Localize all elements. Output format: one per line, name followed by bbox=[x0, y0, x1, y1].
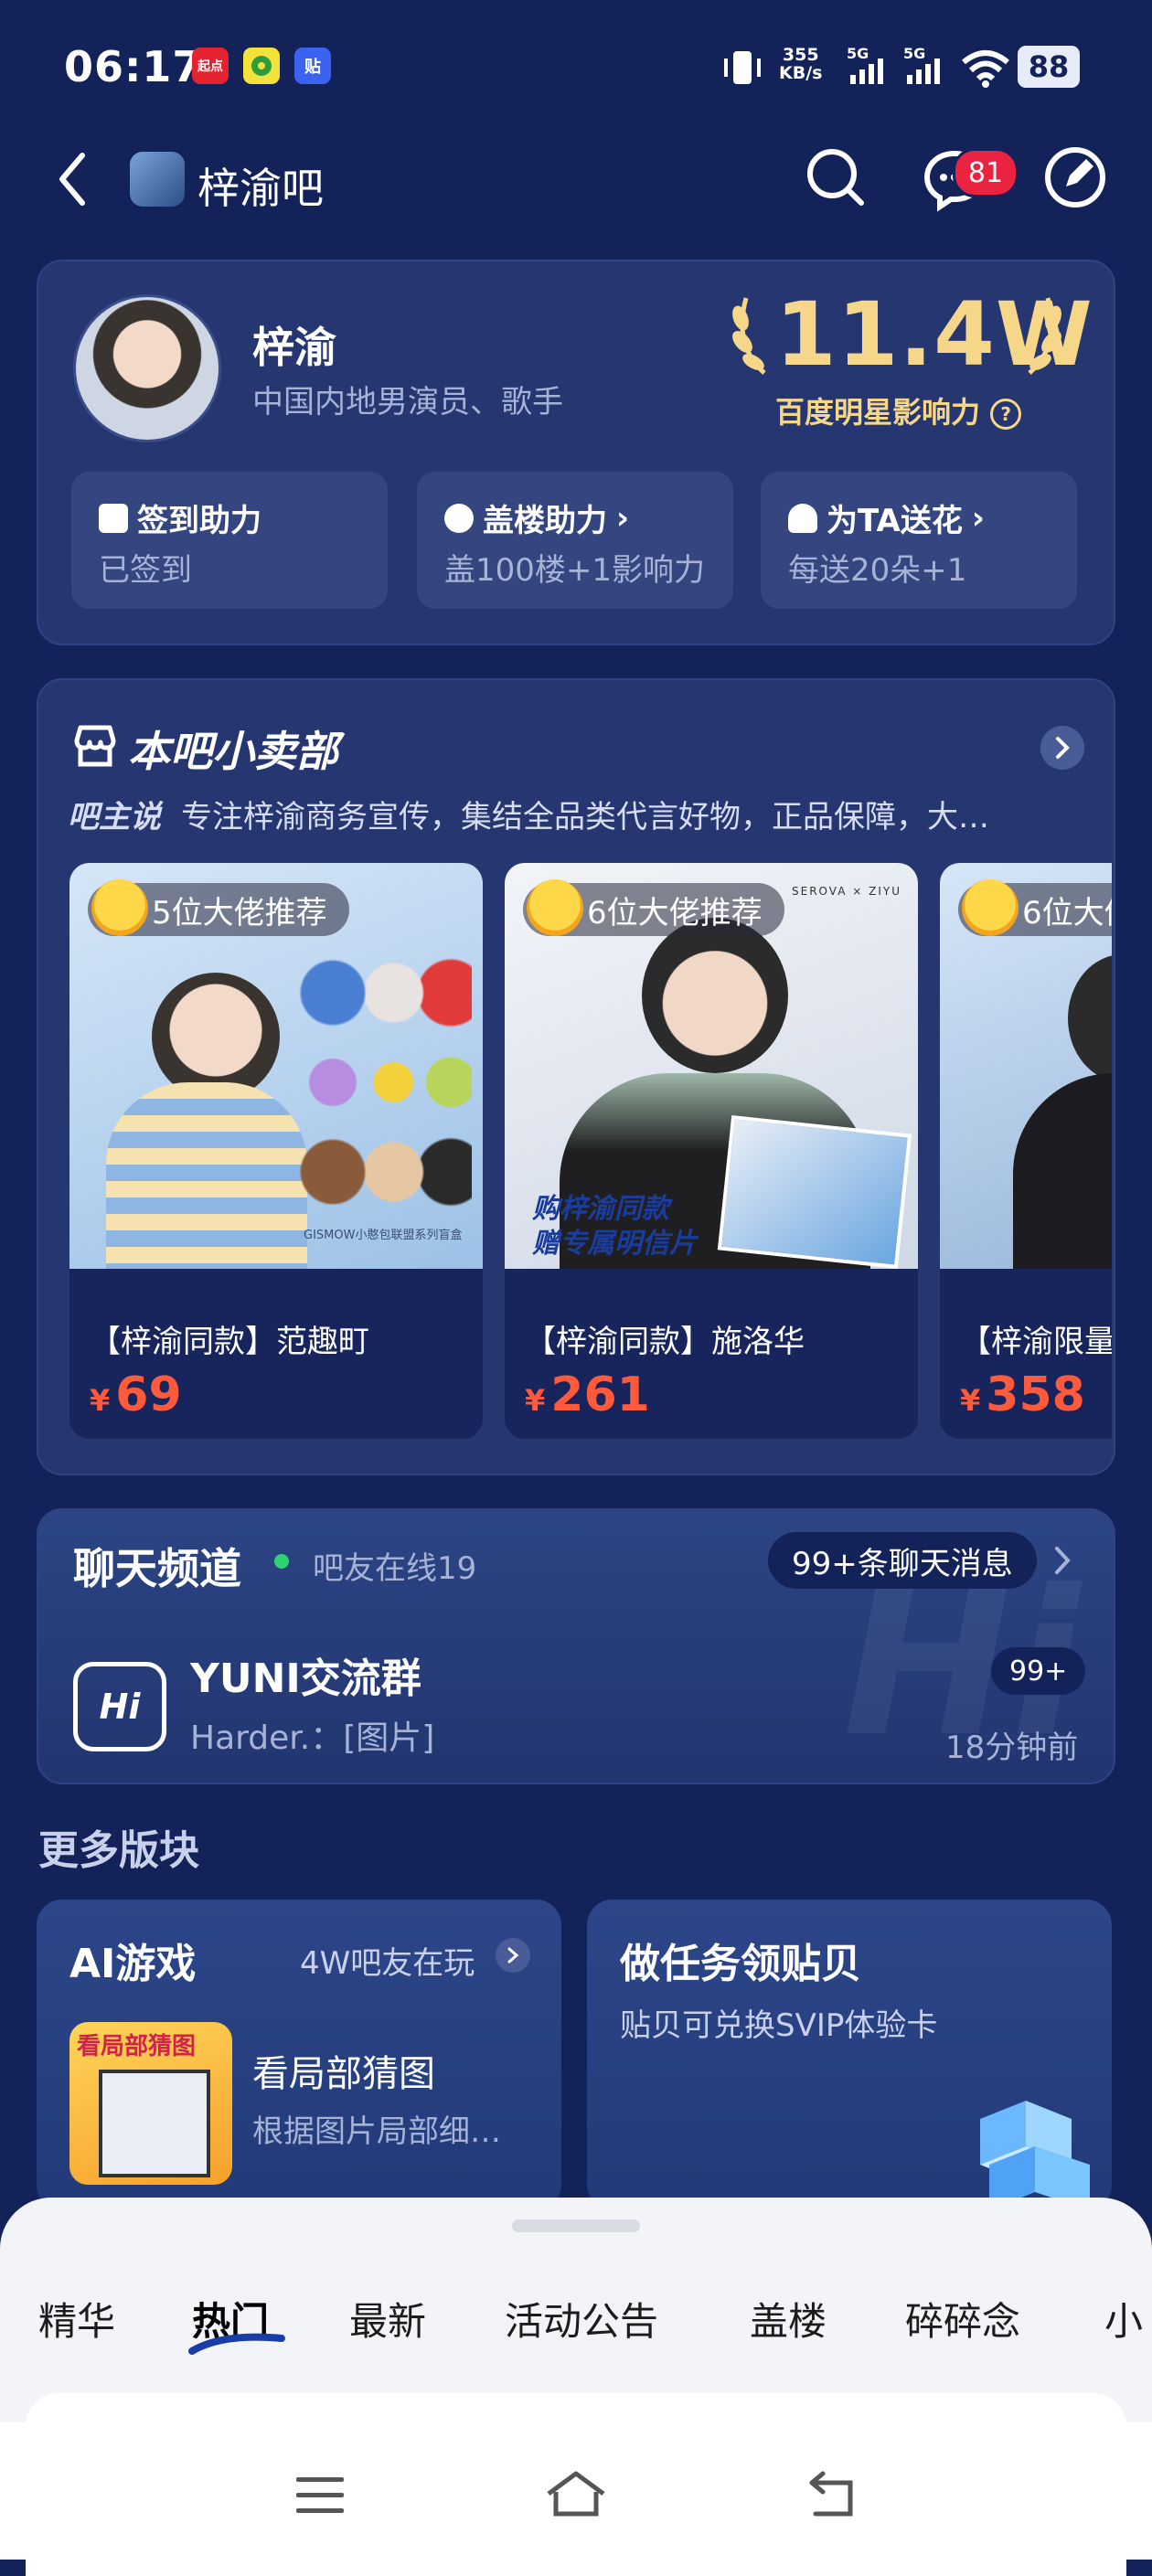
task-title: 做任务领贴贝 bbox=[620, 1941, 861, 1987]
notification-badge: 81 bbox=[953, 148, 1019, 197]
svg-text:5G: 5G bbox=[903, 46, 925, 62]
laurel-right-icon bbox=[1019, 291, 1066, 382]
tab-latest[interactable]: 最新 bbox=[349, 2291, 426, 2347]
send-flower-button[interactable]: 为TA送花 › 每送20朵+1 bbox=[761, 472, 1077, 609]
star-avatar[interactable] bbox=[73, 294, 221, 442]
vibrate-icon bbox=[719, 48, 766, 91]
unread-badge: 99+ bbox=[991, 1647, 1086, 1695]
battery-indicator: 88 bbox=[1018, 46, 1080, 88]
ai-game-title: AI游戏 bbox=[69, 1941, 197, 1987]
chevron-right-icon: › bbox=[971, 499, 985, 537]
app-icon-tieba: 贴 bbox=[294, 48, 331, 84]
bubble-icon bbox=[444, 503, 474, 533]
emoji-icon bbox=[962, 879, 1019, 936]
group-chat-icon: Hi bbox=[73, 1662, 166, 1751]
product-price: ¥261 bbox=[525, 1368, 650, 1422]
online-count: 吧友在线19 bbox=[313, 1550, 477, 1587]
group-last-message: Harder.：[图片] bbox=[190, 1719, 435, 1757]
active-tab-indicator bbox=[187, 2329, 287, 2360]
help-icon[interactable]: ? bbox=[990, 399, 1022, 430]
status-time: 06:17 bbox=[64, 42, 203, 91]
online-dot-icon bbox=[274, 1554, 289, 1569]
edit-icon[interactable] bbox=[1042, 144, 1108, 210]
product-title: 【梓渝同款】范趣町 bbox=[90, 1324, 369, 1360]
emoji-icon bbox=[91, 879, 148, 936]
tab-announcements[interactable]: 活动公告 bbox=[505, 2291, 658, 2347]
cube-icon bbox=[971, 2092, 1112, 2210]
influence-label[interactable]: 百度明星影响力 ? bbox=[775, 389, 1022, 431]
task-card[interactable]: 做任务领贴贝 贴贝可兑换SVIP体验卡 bbox=[587, 1900, 1112, 2210]
signal-icon-1: 5G bbox=[847, 45, 894, 91]
ai-game-players: 4W吧友在玩 bbox=[300, 1945, 475, 1982]
ai-game-card[interactable]: AI游戏 4W吧友在玩 看局部猜图 看局部猜图 根据图片局部细… bbox=[37, 1900, 561, 2210]
app-icon-music bbox=[243, 48, 280, 84]
chat-channel-title: 聊天频道 bbox=[73, 1544, 241, 1593]
shop-more-button[interactable] bbox=[1040, 726, 1084, 770]
star-name: 梓渝 bbox=[252, 323, 336, 372]
recommend-badge: 5位大佬推荐 bbox=[88, 879, 349, 936]
task-subtitle: 贴贝可兑换SVIP体验卡 bbox=[620, 2007, 938, 2044]
tab-more[interactable]: 小 bbox=[1104, 2291, 1143, 2347]
game-cover: 看局部猜图 bbox=[69, 2022, 232, 2185]
recommend-badge: 6位大佬推荐 bbox=[523, 879, 784, 936]
group-time: 18分钟前 bbox=[945, 1730, 1079, 1766]
drag-handle[interactable] bbox=[512, 2219, 640, 2232]
back-nav-icon[interactable] bbox=[805, 2468, 859, 2523]
laurel-left-icon bbox=[728, 291, 775, 382]
blind-box-figures bbox=[298, 954, 472, 1210]
product-card[interactable]: 购梓渝同款 赠专属明信片 SEROVA × ZIYU 6位大佬推荐 【梓渝同款】… bbox=[505, 863, 918, 1439]
chat-messages-pill[interactable]: 99+条聊天消息 bbox=[768, 1532, 1037, 1589]
chevron-right-icon: › bbox=[616, 499, 630, 537]
signal-icon-2: 5G bbox=[903, 45, 951, 91]
tab-building[interactable]: 盖楼 bbox=[750, 2291, 827, 2347]
search-icon[interactable] bbox=[803, 144, 869, 210]
building-boost-button[interactable]: 盖楼助力 › 盖100楼+1影响力 bbox=[417, 472, 733, 609]
product-title: 【梓渝限量 bbox=[960, 1324, 1112, 1360]
tab-featured[interactable]: 精华 bbox=[38, 2291, 115, 2347]
menu-icon[interactable] bbox=[294, 2474, 346, 2521]
product-price: ¥69 bbox=[90, 1368, 182, 1422]
shop-icon bbox=[71, 724, 119, 772]
chevron-right-icon[interactable] bbox=[1053, 1545, 1072, 1580]
svg-text:5G: 5G bbox=[847, 46, 869, 62]
flower-icon bbox=[788, 503, 817, 533]
network-speed: 355 KB/s bbox=[779, 45, 823, 83]
wifi-icon bbox=[960, 48, 1011, 91]
game-description: 根据图片局部细… bbox=[252, 2113, 501, 2150]
emoji-icon bbox=[527, 879, 583, 936]
product-title: 【梓渝同款】施洛华 bbox=[525, 1324, 805, 1360]
product-price: ¥358 bbox=[960, 1368, 1085, 1422]
star-subtitle: 中国内地男演员、歌手 bbox=[252, 384, 563, 420]
shop-title: 本吧小卖部 bbox=[128, 727, 338, 776]
game-name: 看局部猜图 bbox=[252, 2053, 435, 2095]
more-sections-title: 更多版块 bbox=[38, 1827, 199, 1874]
shop-description[interactable]: 吧主说 专注梓渝商务宣传，集结全品类代言好物，正品保障，大… bbox=[68, 792, 1083, 836]
product-card[interactable]: 6位大佬推荐 【梓渝限量 ¥358 bbox=[940, 863, 1112, 1439]
forum-avatar bbox=[130, 152, 185, 207]
checkin-boost-button[interactable]: 签到助力 已签到 bbox=[71, 472, 388, 609]
back-button[interactable] bbox=[53, 146, 93, 216]
recommend-badge: 6位大佬推荐 bbox=[958, 879, 1112, 936]
chevron-right-icon[interactable] bbox=[496, 1938, 530, 1973]
app-icon-qidian: 起点 bbox=[192, 48, 229, 84]
home-icon[interactable] bbox=[545, 2468, 607, 2523]
tab-murmurs[interactable]: 碎碎念 bbox=[905, 2291, 1020, 2347]
forum-title: 梓渝吧 bbox=[197, 164, 324, 213]
product-card[interactable]: GISMOW小憨包联盟系列盲盒 5位大佬推荐 【梓渝同款】范趣町 ¥69 bbox=[69, 863, 483, 1439]
calendar-icon bbox=[99, 503, 128, 533]
group-name: YUNI交流群 bbox=[190, 1655, 421, 1702]
